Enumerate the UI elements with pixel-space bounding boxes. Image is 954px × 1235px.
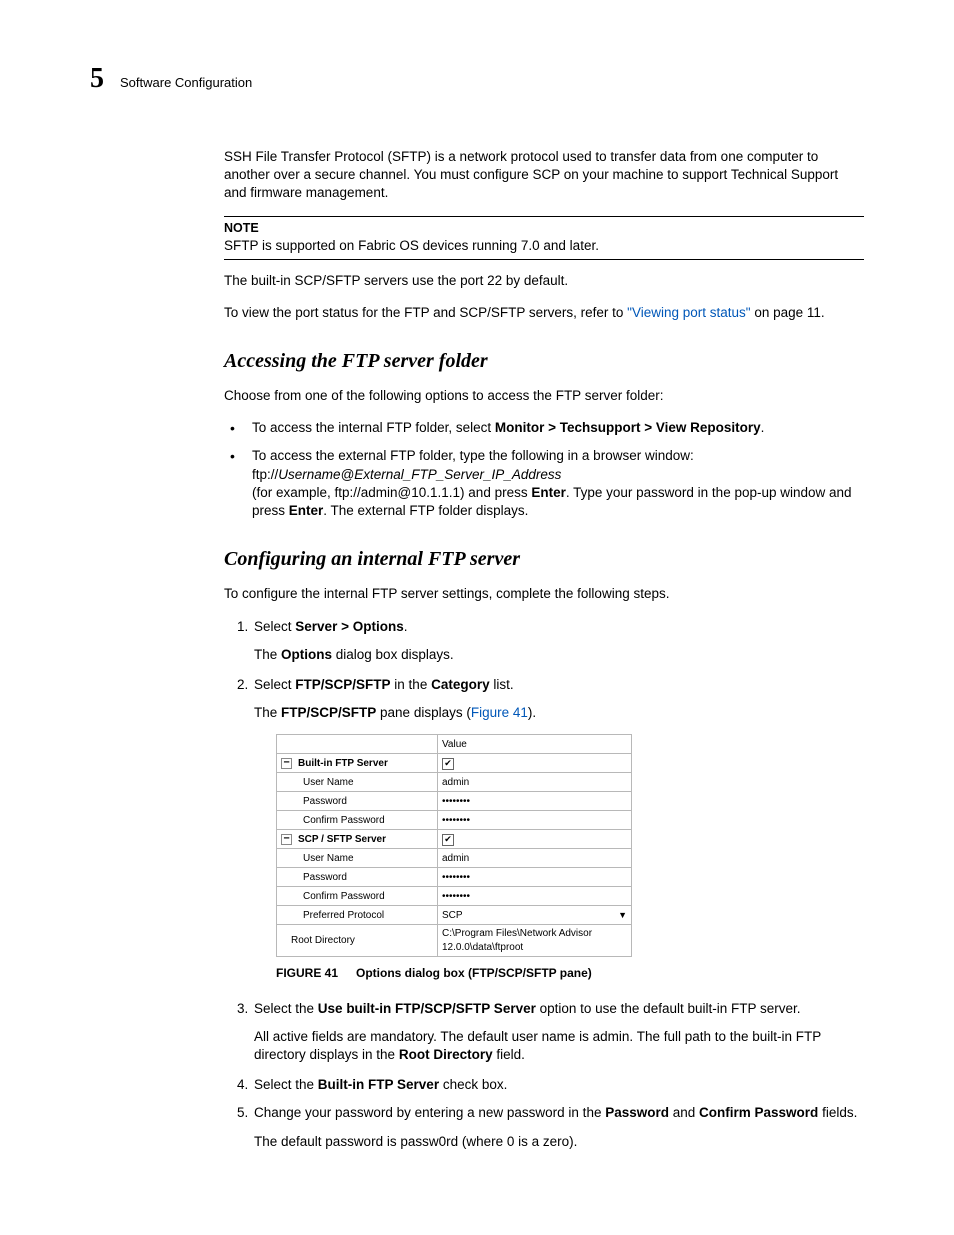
s1-sub: The Options dialog box displays.: [254, 646, 864, 664]
step-3: Select the Use built-in FTP/SCP/SFTP Ser…: [252, 1000, 864, 1065]
b2-l1: To access the external FTP folder, type …: [252, 448, 694, 463]
viewing-port-status-link[interactable]: "Viewing port status": [627, 305, 750, 320]
builtin-ftp-checkbox[interactable]: ✔: [438, 754, 632, 773]
step-4: Select the Built-in FTP Server check box…: [252, 1076, 864, 1094]
figure-caption: FIGURE 41 Options dialog box (FTP/SCP/SFT…: [276, 965, 864, 981]
s3-sub: All active fields are mandatory. The def…: [254, 1028, 864, 1064]
b2-l3-pre: (for example, ftp://admin@10.1.1.1) and …: [252, 485, 531, 500]
conf2-value[interactable]: ••••••••: [438, 887, 632, 906]
configuring-lead: To configure the internal FTP server set…: [224, 585, 864, 603]
s5-sub: The default password is passw0rd (where …: [254, 1133, 864, 1151]
col-empty: [277, 735, 438, 754]
b2-l3-enter1: Enter: [531, 485, 566, 500]
pass2-value[interactable]: ••••••••: [438, 868, 632, 887]
scp-sftp-checkbox[interactable]: ✔: [438, 830, 632, 849]
b2-l3-enter2: Enter: [289, 503, 324, 518]
col-value: Value: [438, 735, 632, 754]
figure-41: Value −Built-in FTP Server✔ User Nameadm…: [276, 734, 864, 957]
note-body: SFTP is supported on Fabric OS devices r…: [224, 237, 864, 255]
s1-bold: Server > Options: [295, 619, 403, 634]
row-pass1: Password: [277, 792, 438, 811]
step-2: Select FTP/SCP/SFTP in the Category list…: [252, 676, 864, 982]
accessing-heading: Accessing the FTP server folder: [224, 348, 864, 375]
page-header: 5 Software Configuration: [90, 60, 864, 98]
user2-value[interactable]: admin: [438, 849, 632, 868]
note-label: NOTE: [224, 220, 864, 237]
sftp-paragraph: SSH File Transfer Protocol (SFTP) is a n…: [224, 148, 864, 203]
root-value: C:\Program Files\Network Advisor 12.0.0\…: [438, 925, 632, 957]
row-conf2: Confirm Password: [277, 887, 438, 906]
viewport-pre: To view the port status for the FTP and …: [224, 305, 627, 320]
ftp-pane-table: Value −Built-in FTP Server✔ User Nameadm…: [276, 734, 632, 957]
s2-b1: FTP/SCP/SFTP: [295, 677, 390, 692]
row-conf1: Confirm Password: [277, 811, 438, 830]
access-bullet-1: To access the internal FTP folder, selec…: [224, 419, 864, 437]
row-pass2: Password: [277, 868, 438, 887]
access-bullet-2: To access the external FTP folder, type …: [224, 447, 864, 520]
s2-b2: Category: [431, 677, 490, 692]
b2-l3-post: . The external FTP folder displays.: [323, 503, 528, 518]
proto-dropdown[interactable]: SCP▼: [438, 906, 632, 925]
collapse-icon[interactable]: −: [281, 834, 292, 845]
page-content: SSH File Transfer Protocol (SFTP) is a n…: [224, 148, 864, 1151]
b1-bold: Monitor > Techsupport > View Repository: [495, 420, 761, 435]
row-root: Root Directory: [277, 925, 438, 957]
s1-pre: Select: [254, 619, 295, 634]
port-paragraph: The built-in SCP/SFTP servers use the po…: [224, 272, 864, 290]
viewport-post: on page 11.: [751, 305, 825, 320]
row-builtin-ftp[interactable]: −Built-in FTP Server: [277, 754, 438, 773]
figure-41-link[interactable]: Figure 41: [471, 705, 528, 720]
note-rule-bottom: [224, 259, 864, 260]
b1-pre: To access the internal FTP folder, selec…: [252, 420, 495, 435]
access-bullet-list: To access the internal FTP folder, selec…: [224, 419, 864, 520]
s2-mid: in the: [391, 677, 432, 692]
collapse-icon[interactable]: −: [281, 758, 292, 769]
step-1: Select Server > Options. The Options dia…: [252, 618, 864, 664]
row-scp-sftp[interactable]: −SCP / SFTP Server: [277, 830, 438, 849]
viewport-paragraph: To view the port status for the FTP and …: [224, 304, 864, 322]
s2-sub: The FTP/SCP/SFTP pane displays (Figure 4…: [254, 704, 864, 722]
row-user2: User Name: [277, 849, 438, 868]
figure-caption-text: Options dialog box (FTP/SCP/SFTP pane): [356, 966, 592, 980]
step-5: Change your password by entering a new p…: [252, 1104, 864, 1150]
checkbox-icon: ✔: [442, 834, 454, 846]
figure-label: FIGURE 41: [276, 966, 338, 980]
s1-post: .: [404, 619, 408, 634]
row-proto: Preferred Protocol: [277, 906, 438, 925]
chapter-number: 5: [90, 60, 104, 98]
b2-l2-italic: Username@External_FTP_Server_IP_Address: [278, 467, 561, 482]
chevron-down-icon: ▼: [618, 909, 627, 921]
s2-pre: Select: [254, 677, 295, 692]
note-rule-top: [224, 216, 864, 217]
b1-post: .: [761, 420, 765, 435]
user1-value[interactable]: admin: [438, 773, 632, 792]
s2-post: list.: [490, 677, 514, 692]
row-user1: User Name: [277, 773, 438, 792]
accessing-lead: Choose from one of the following options…: [224, 387, 864, 405]
steps-list: Select Server > Options. The Options dia…: [224, 618, 864, 1151]
checkbox-icon: ✔: [442, 758, 454, 770]
b2-l2-pre: ftp://: [252, 467, 278, 482]
conf1-value[interactable]: ••••••••: [438, 811, 632, 830]
configuring-heading: Configuring an internal FTP server: [224, 546, 864, 573]
pass1-value[interactable]: ••••••••: [438, 792, 632, 811]
section-title: Software Configuration: [120, 74, 252, 92]
